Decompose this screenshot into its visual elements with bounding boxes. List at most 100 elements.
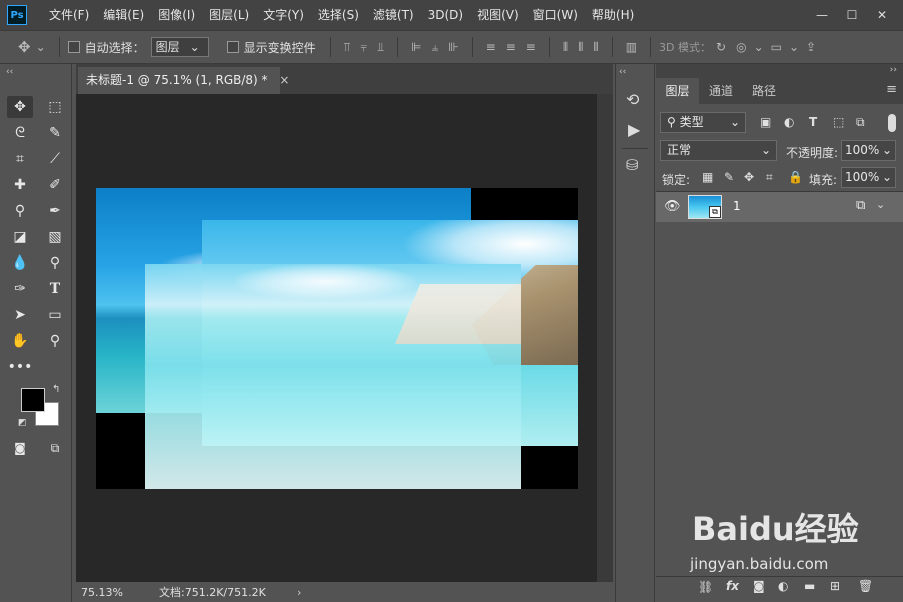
visibility-eye-icon[interactable]: 👁 [664,199,681,214]
3d-orbit-icon[interactable]: ↻ [716,40,726,54]
more-tools-icon[interactable]: ••• [7,356,33,378]
share-icon[interactable]: ⇪ [806,40,816,54]
rectangle-tool-icon[interactable]: ▭ [42,304,68,326]
menu-window[interactable]: 窗口(W) [526,0,585,30]
filter-type-icon[interactable]: T [809,115,817,129]
link-layers-icon[interactable]: ⛓ [698,580,713,594]
add-mask-icon[interactable]: ◙ [753,579,765,593]
workspace-icon[interactable]: ▭ [771,40,782,54]
minimize-button[interactable]: — [807,4,837,26]
history-brush-tool-icon[interactable]: ✒ [42,200,68,222]
chevron-down-icon[interactable]: ⌄ [36,40,46,54]
show-transform-checkbox[interactable] [226,41,239,53]
filter-smart-object-icon[interactable]: ⧉ [856,115,865,130]
swap-colors-icon[interactable]: ↰ [52,384,60,395]
lasso-tool-icon[interactable]: ᘓ [7,122,33,144]
distribute-vcenter-icon[interactable]: ≡ [506,40,516,54]
menu-layer[interactable]: 图层(L) [202,0,256,30]
align-hcenter-icon[interactable]: ⫨ [431,40,438,55]
panel-menu-icon[interactable]: ≡ [886,82,897,97]
chevron-down-icon[interactable]: ⌄ [876,198,885,211]
fill-input[interactable]: 100% ⌄ [841,167,896,188]
quick-mask-icon[interactable]: ◙ [7,437,33,459]
tab-layers[interactable]: 图层 [656,78,699,104]
new-adjustment-icon[interactable]: ◐ [778,579,788,593]
menu-view[interactable]: 视图(V) [470,0,526,30]
lock-all-icon[interactable]: 🔒 [788,170,803,184]
healing-brush-tool-icon[interactable]: ✚ [7,174,33,196]
layer-name[interactable]: 1 [733,199,741,213]
marquee-tool-icon[interactable]: ⬚ [42,96,68,118]
menu-file[interactable]: 文件(F) [42,0,96,30]
foreground-color-swatch[interactable] [21,388,45,412]
collapse-dock-icon[interactable]: ‹‹ [619,67,626,77]
document-canvas[interactable] [96,188,578,489]
hand-tool-icon[interactable]: ✋ [7,330,33,352]
auto-align-icon[interactable]: ▥ [626,40,637,54]
clone-stamp-tool-icon[interactable]: ⚲ [7,200,33,222]
filter-pixel-icon[interactable]: ▣ [760,115,771,129]
actions-play-icon[interactable]: ▶ [628,120,640,139]
trash-icon[interactable]: 🗑 [858,579,873,593]
eraser-tool-icon[interactable]: ◪ [7,226,33,248]
align-vcenter-icon[interactable]: ⫧ [360,40,367,55]
menu-image[interactable]: 图像(I) [151,0,202,30]
expand-panel-icon[interactable]: ›› [890,65,897,75]
lock-position-icon[interactable]: ✥ [744,170,754,184]
close-tab-icon[interactable]: × [279,73,289,87]
menu-select[interactable]: 选择(S) [311,0,366,30]
properties-panel-icon[interactable]: ⛁ [626,156,639,174]
gradient-tool-icon[interactable]: ▧ [42,226,68,248]
layer-row[interactable]: 👁 ⧉ 1 ⧉ ⌄ [656,192,903,222]
distribute-top-icon[interactable]: ≡ [486,40,496,54]
canvas-area[interactable] [76,94,597,582]
opacity-input[interactable]: 100% ⌄ [841,140,896,161]
blur-tool-icon[interactable]: 💧 [7,252,33,274]
chevron-down-icon[interactable]: ⌄ [754,40,764,54]
layer-effects-icon[interactable]: ⧉ [856,198,865,213]
menu-edit[interactable]: 编辑(E) [96,0,151,30]
brush-tool-icon[interactable]: ✐ [42,174,68,196]
type-tool-icon[interactable]: T [42,278,68,300]
menu-help[interactable]: 帮助(H) [585,0,641,30]
align-right-icon[interactable]: ⊪ [448,40,458,54]
align-left-icon[interactable]: ⊫ [411,40,421,54]
blend-mode-dropdown[interactable]: 正常 ⌄ [660,140,777,161]
layer-kind-filter[interactable]: ⚲ 类型 ⌄ [660,112,746,133]
move-tool-icon[interactable]: ✥ [7,96,33,118]
align-bottom-icon[interactable]: ⫫ [377,40,384,55]
vertical-scrollbar[interactable] [597,94,613,582]
distribute-left-icon[interactable]: ⦀ [563,40,568,55]
filter-adjustment-icon[interactable]: ◐ [784,115,794,129]
auto-select-dropdown[interactable]: 图层 ⌄ [150,37,209,57]
collapse-arrows-icon[interactable]: ‹‹ [6,67,13,77]
screen-mode-icon[interactable]: ⧉ [42,437,68,459]
chevron-down-icon[interactable]: ⌄ [789,40,799,54]
align-top-icon[interactable]: ⫪ [344,40,351,55]
lock-paint-icon[interactable]: ✎ [724,170,734,184]
filter-shape-icon[interactable]: ⬚ [833,115,844,129]
dodge-tool-icon[interactable]: ⚲ [42,252,68,274]
restore-button[interactable]: ☐ [837,4,867,26]
lock-artboard-icon[interactable]: ⌗ [766,170,773,185]
zoom-level[interactable]: 75.13% [81,586,153,599]
fx-icon[interactable]: fx [726,579,739,593]
close-window-button[interactable]: ✕ [867,4,897,26]
zoom-tool-icon[interactable]: ⚲ [42,330,68,352]
document-tab[interactable]: 未标题-1 @ 75.1% (1, RGB/8) * × [78,67,289,94]
3d-roll-icon[interactable]: ◎ [736,40,746,54]
tab-paths[interactable]: 路径 [744,78,784,104]
tab-channels[interactable]: 通道 [701,78,741,104]
menu-3d[interactable]: 3D(D) [421,0,470,30]
distribute-hcenter-icon[interactable]: ⦀ [578,40,583,55]
filter-toggle[interactable] [888,114,896,132]
path-select-tool-icon[interactable]: ➤ [7,304,33,326]
menu-type[interactable]: 文字(Y) [256,0,311,30]
move-tool-preset-icon[interactable]: ✥ [18,38,31,56]
distribute-bottom-icon[interactable]: ≡ [526,40,536,54]
default-colors-icon[interactable]: ◩ [18,418,27,428]
lock-transparent-icon[interactable]: ▦ [702,170,713,184]
pen-tool-icon[interactable]: ✑ [7,278,33,300]
crop-tool-icon[interactable]: ⌗ [7,148,33,170]
history-panel-icon[interactable]: ⟲ [626,90,639,109]
